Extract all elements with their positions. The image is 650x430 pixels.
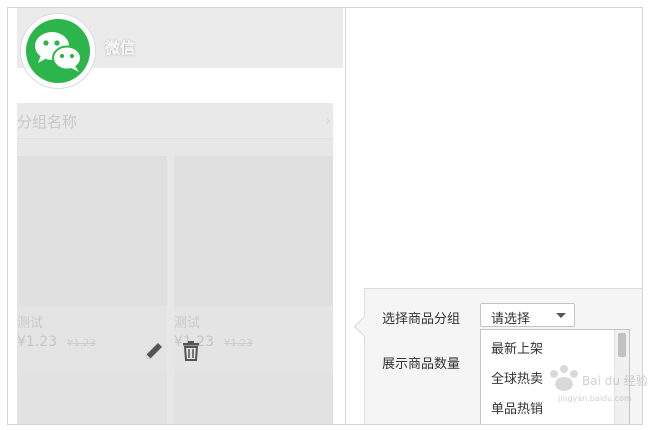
product-name: 测试	[17, 316, 44, 331]
chevron-right-icon: ›	[325, 113, 331, 129]
watermark-text: Bai du 经验	[582, 374, 648, 388]
product-name: 测试	[174, 316, 201, 331]
phone-preview: 微信 分组名称 › 测试 ¥1.23 ¥1.23 测试 ¥1.23 ¥1.23	[17, 8, 343, 424]
panel-divider	[345, 8, 346, 424]
group-select[interactable]: 请选择	[480, 303, 575, 327]
shop-avatar	[20, 13, 96, 89]
scrollbar-thumb[interactable]	[618, 333, 626, 357]
product-image	[17, 156, 167, 306]
dropdown-option[interactable]: 单品热销	[491, 398, 543, 417]
product-image	[174, 156, 333, 306]
group-select-value: 请选择	[491, 312, 531, 327]
chevron-down-icon	[556, 313, 566, 318]
shop-name: 微信	[105, 39, 136, 57]
product-price: ¥1.23	[17, 334, 58, 350]
product-original-price: ¥1.23	[67, 338, 96, 349]
group-title: 分组名称	[17, 113, 78, 131]
wechat-icon	[26, 19, 90, 83]
select-group-label: 选择商品分组	[382, 312, 461, 327]
dropdown-option[interactable]: 最新上架	[491, 338, 543, 357]
pencil-icon[interactable]	[143, 340, 165, 362]
product-count-label: 展示商品数量	[382, 357, 461, 372]
trash-icon[interactable]	[180, 340, 202, 362]
product-card-partial[interactable]	[17, 373, 167, 424]
product-original-price: ¥1.23	[224, 338, 253, 349]
baidu-watermark: Bai du 经验 jingyan.baidu.com	[540, 360, 648, 410]
group-title-row[interactable]: 分组名称 ›	[17, 103, 333, 139]
watermark-subtext: jingyan.baidu.com	[558, 394, 632, 403]
product-card-partial[interactable]	[174, 373, 333, 424]
popover-arrow	[353, 315, 376, 338]
dropdown-option[interactable]: 全球热卖	[491, 368, 543, 387]
product-group-panel[interactable]: 分组名称 › 测试 ¥1.23 ¥1.23 测试 ¥1.23 ¥1.23	[17, 103, 333, 424]
